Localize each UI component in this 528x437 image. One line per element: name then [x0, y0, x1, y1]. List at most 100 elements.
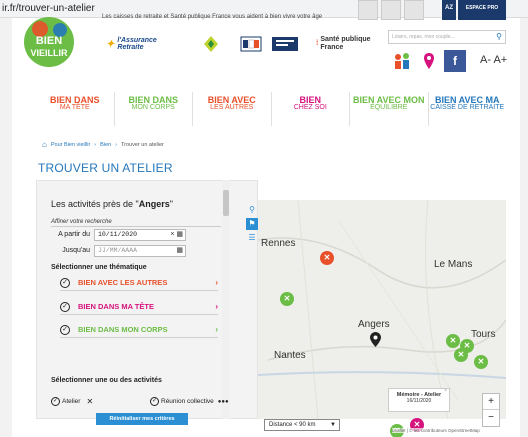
- sante-publique-france-logo[interactable]: ⁞ Santé publique France: [316, 33, 372, 55]
- map-city-rennes: Rennes: [261, 238, 296, 249]
- check-circle-icon: ✓: [150, 397, 159, 406]
- nav-bien-avec-les-autres[interactable]: BIEN AVEC LES AUTRES: [193, 92, 272, 126]
- republique-icon: [272, 37, 298, 51]
- dyslexia-icon[interactable]: [404, 0, 424, 20]
- nav-bien-dans-mon-corps[interactable]: BIEN DANS MON CORPS: [115, 92, 193, 126]
- zoom-in-button[interactable]: +: [483, 394, 499, 410]
- location-pin-icon: [370, 332, 381, 347]
- assurance-retraite-logo[interactable]: ✦ l'Assurance Retraite: [106, 33, 184, 55]
- calendar-icon[interactable]: × ▦: [170, 230, 183, 240]
- chevron-right-icon: ›: [215, 325, 218, 334]
- chevron-down-icon: ▼: [330, 422, 336, 428]
- check-circle-icon: ✓: [51, 397, 60, 406]
- refine-search-label: Affiner votre recherche: [51, 219, 112, 225]
- contrast-icon[interactable]: [381, 0, 401, 20]
- nav-top-label: BIEN: [299, 95, 321, 105]
- breadcrumb: ⌂ Pour Bien vieillir › Bien › Trouver un…: [42, 140, 164, 149]
- theme-bien-dans-ma-tete[interactable]: ✓ BIEN DANS MA TÊTE ›: [60, 299, 218, 315]
- theme-section-title: Sélectionner une thématique: [51, 264, 147, 271]
- list-icon[interactable]: ☰: [246, 232, 258, 244]
- site-search-placeholder: Loisirs, repas, mon couple...: [392, 34, 455, 40]
- msa-logo[interactable]: [190, 33, 232, 55]
- home-icon[interactable]: ⌂: [42, 140, 47, 149]
- to-date-input[interactable]: JJ/MM/AAAA ▦: [94, 245, 186, 257]
- logo-text-bien: BIEN: [36, 35, 62, 47]
- map-marker-atelier[interactable]: ✕: [454, 348, 468, 362]
- location-icon[interactable]: [418, 50, 440, 72]
- location-pin-graphic: [424, 53, 434, 69]
- nav-top-label: BIEN AVEC MA: [434, 95, 500, 105]
- bien-vieillir-logo[interactable]: BIEN VIEILLIR: [20, 16, 78, 68]
- from-date-label: A partir du: [58, 231, 90, 238]
- nav-bien-chez-soi[interactable]: BIEN CHEZ SOI: [272, 92, 350, 126]
- facebook-icon[interactable]: f: [444, 50, 466, 72]
- panel-scrollbar-thumb[interactable]: [223, 190, 229, 216]
- nav-bien-avec-mon-equilibre[interactable]: BIEN AVEC MON ÉQUILIBRE: [350, 92, 429, 126]
- msa-icon: [204, 36, 218, 52]
- check-circle-icon: ✓: [60, 324, 70, 335]
- search-icon[interactable]: ⚲: [496, 32, 502, 42]
- right-margin: [520, 18, 528, 437]
- activity-atelier-label: Atelier: [62, 398, 81, 405]
- panel-title-city: Angers: [138, 199, 170, 209]
- calendar-icon[interactable]: ▦: [176, 246, 183, 256]
- family-icon[interactable]: [392, 50, 414, 72]
- chevron-right-icon: ›: [215, 302, 218, 311]
- activity-atelier[interactable]: ✓ Atelier ✕: [51, 397, 93, 406]
- from-date-value: 10/11/2020: [98, 231, 138, 238]
- nav-bottom-label: CAISSE DE RETRAITE: [430, 104, 505, 111]
- from-date-input[interactable]: 10/11/2020 × ▦: [94, 229, 186, 241]
- close-icon[interactable]: ×: [444, 388, 447, 394]
- map-city-le-mans: Le Mans: [434, 259, 473, 270]
- search-icon[interactable]: ⚲: [246, 204, 258, 216]
- az-index-button[interactable]: AZ: [442, 0, 456, 20]
- map-popup[interactable]: × Mémoire - Atelier 16/11/2020: [388, 388, 450, 412]
- panel-title: Les activités près de "Angers": [51, 199, 173, 209]
- theme-bien-dans-mon-corps[interactable]: ✓ BIEN DANS MON CORPS ›: [60, 322, 218, 338]
- nav-bottom-label: CHEZ SOI: [293, 104, 327, 111]
- nav-bottom-label: MA TÊTE: [59, 104, 90, 111]
- nav-bien-avec-ma-caisse[interactable]: BIEN AVEC MA CAISSE DE RETRAITE: [429, 92, 507, 126]
- map-marker-atelier[interactable]: ✕: [320, 251, 334, 265]
- chevron-right-icon: ›: [94, 141, 97, 148]
- nav-bottom-label: ÉQUILIBRE: [370, 104, 408, 111]
- theme-label: BIEN DANS MA TÊTE: [78, 302, 154, 311]
- map-marker-atelier[interactable]: ✕: [474, 355, 488, 369]
- activity-reunion[interactable]: ✓ Réunion collective ●●●: [150, 397, 229, 406]
- nav-bien-dans-ma-tete[interactable]: BIEN DANS MA TÊTE: [36, 92, 115, 126]
- map-attribution[interactable]: Leaflet | © les contributeurs OpenStreet…: [392, 428, 480, 433]
- map-city-angers: Angers: [358, 319, 390, 330]
- map-city-tours: Tours: [471, 329, 496, 340]
- panel-title-suffix: ": [169, 199, 173, 209]
- nav-top-label: BIEN AVEC MON: [352, 95, 425, 105]
- espace-pro-button[interactable]: ESPACE PRO: [458, 0, 506, 20]
- nav-bottom-label: MON CORPS: [131, 104, 175, 111]
- reset-criteria-button[interactable]: Réinitialiser mes critères: [96, 413, 188, 425]
- republique-logo[interactable]: [258, 33, 312, 55]
- nav-top-label: BIEN DANS: [128, 95, 178, 105]
- map-marker-atelier[interactable]: ✕: [446, 334, 460, 348]
- map-city-nantes: Nantes: [274, 350, 306, 361]
- breadcrumb-home-link[interactable]: Pour Bien vieillir: [51, 142, 90, 148]
- map-marker-atelier[interactable]: ✕: [280, 292, 294, 306]
- theme-label: BIEN DANS MON CORPS: [78, 325, 168, 334]
- page-title: TROUVER UN ATELIER: [38, 161, 173, 175]
- map-area[interactable]: [258, 200, 506, 419]
- map-background: [258, 200, 506, 419]
- map-marker-icon[interactable]: ⚑: [246, 218, 258, 230]
- theme-bien-avec-les-autres[interactable]: ✓ BIEN AVEC LES AUTRES ›: [60, 275, 218, 291]
- assurance-retraite-icon: ✦: [106, 38, 115, 50]
- distance-value: Distance < 90 km: [269, 422, 316, 428]
- to-date-label: Jusqu'au: [62, 247, 90, 254]
- to-date-placeholder: JJ/MM/AAAA: [98, 247, 138, 254]
- chevron-right-icon: ›: [115, 141, 117, 148]
- breadcrumb-bien-link[interactable]: Bien: [100, 142, 111, 148]
- site-search-input[interactable]: Loisirs, repas, mon couple... ⚲: [388, 30, 506, 44]
- assurance-retraite-text: l'Assurance Retraite: [117, 37, 157, 51]
- distance-select[interactable]: Distance < 90 km ▼: [264, 419, 340, 431]
- zoom-out-button[interactable]: −: [483, 410, 499, 426]
- nav-top-label: BIEN DANS: [49, 95, 100, 105]
- logo-text-vieillir: VIEILLIR: [30, 48, 68, 58]
- accessibility-icon[interactable]: [358, 0, 378, 20]
- font-size-control[interactable]: A- A+: [480, 54, 507, 66]
